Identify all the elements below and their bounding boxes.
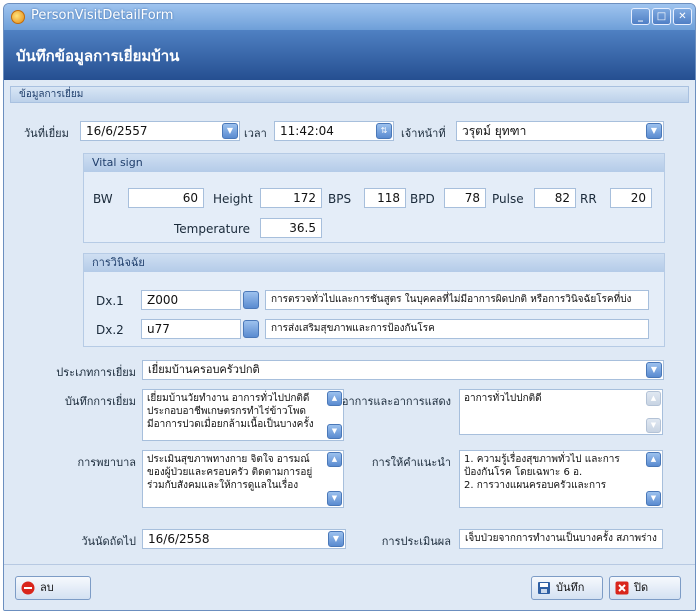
dx1-description: การตรวจทั่วไปและการชันสูตร ในบุคคลที่ไม่… (265, 290, 649, 310)
save-button-label: บันทึก (556, 581, 585, 594)
visit-record-label: บันทึกการเยี่ยม (64, 395, 136, 408)
temperature-field[interactable]: 36.5 (260, 218, 322, 238)
visit-type-value: เยี่ยมบ้านครอบครัวปกติ (148, 363, 260, 376)
diagnosis-header: การวินิจฉัย (84, 254, 664, 272)
dx2-description: การส่งเสริมสุขภาพและการป้องกันโรค (265, 319, 649, 339)
chevron-down-icon[interactable]: ▼ (646, 362, 662, 378)
scroll-down-icon[interactable]: ▼ (327, 491, 342, 506)
visit-type-label: ประเภทการเยี่ยม (56, 366, 136, 379)
advice-memo[interactable]: 1. ความรู้เรื่องสุขภาพทั่วไป และการ ป้อง… (459, 450, 663, 508)
minimize-button[interactable]: _ (631, 8, 650, 25)
memo-line: เยี่ยมบ้านวัยทำงาน อาการทั่วไปปกติดี (147, 393, 310, 404)
memo-line: 2. การวางแผนครอบครัวและการ (464, 480, 607, 491)
officer-value: วรุตม์ ยุทฑา (462, 124, 527, 138)
window-title: PersonVisitDetailForm (31, 8, 174, 23)
app-icon (11, 10, 25, 24)
spin-icon[interactable]: ⇅ (376, 123, 392, 139)
visit-date-picker[interactable]: 16/6/2557 ▼ (80, 121, 240, 141)
form-header: บันทึกข้อมูลการเยี่ยมบ้าน (4, 30, 695, 80)
memo-line: ประเมินสุขภาพทางกาย จิตใจ อารมณ์ (147, 454, 310, 465)
scroll-up-icon[interactable]: ▲ (646, 391, 661, 406)
memo-line: ป้องกันโรค โดยเฉพาะ 6 อ. (464, 467, 583, 478)
dx2-code-field[interactable]: u77 (141, 319, 241, 339)
save-button[interactable]: บันทึก (531, 576, 603, 600)
scroll-down-icon[interactable]: ▼ (646, 491, 661, 506)
memo-line: อาการทั่วไปปกติดี (464, 393, 542, 404)
memo-line: 1. ความรู้เรื่องสุขภาพทั่วไป และการ (464, 454, 620, 465)
bps-label: BPS (328, 192, 352, 206)
advice-label: การให้คำแนะนำ (371, 456, 451, 469)
scroll-up-icon[interactable]: ▲ (646, 452, 661, 467)
visit-type-select[interactable]: เยี่ยมบ้านครอบครัวปกติ ▼ (142, 360, 664, 380)
appointment-value: 16/6/2558 (148, 532, 210, 546)
page-title: บันทึกข้อมูลการเยี่ยมบ้าน (16, 47, 180, 65)
bps-field[interactable]: 118 (364, 188, 406, 208)
close-icon (615, 581, 629, 595)
dx1-label: Dx.1 (96, 294, 124, 308)
bw-field[interactable]: 60 (128, 188, 204, 208)
evaluation-field[interactable]: เจ็บป่วยจากการทำงานเป็นบางครั้ง สภาพร่าง (459, 529, 663, 549)
close-window-button[interactable]: ✕ (673, 8, 692, 25)
visit-date-label: วันที่เยี่ยม (24, 127, 69, 140)
officer-label: เจ้าหน้าที่ (401, 127, 446, 140)
symptom-label: อาการและอาการแสดง (341, 395, 451, 408)
officer-select[interactable]: วรุตม์ ยุทฑา ▼ (456, 121, 664, 141)
save-icon (538, 582, 550, 594)
person-visit-window: PersonVisitDetailForm _ □ ✕ บันทึกข้อมูล… (3, 3, 696, 611)
close-button-label: ปิด (634, 581, 649, 594)
section-header: ข้อมูลการเยี่ยม (10, 86, 689, 103)
evaluation-label: การประเมินผล (381, 535, 451, 548)
height-label: Height (213, 192, 253, 206)
bw-label: BW (93, 192, 113, 206)
lookup-button-icon[interactable] (243, 291, 259, 309)
memo-line: มีอาการปวดเมื่อยกล้ามเนื้อเป็นบางครั้ง (147, 419, 314, 430)
memo-line: ประกอบอาชีพเกษตรกรทำไร่ข้าวโพด (147, 406, 306, 417)
bpd-field[interactable]: 78 (444, 188, 486, 208)
visit-record-memo[interactable]: เยี่ยมบ้านวัยทำงาน อาการทั่วไปปกติดี ประ… (142, 389, 344, 441)
pulse-field[interactable]: 82 (534, 188, 576, 208)
visit-time-spinner[interactable]: 11:42:04 ⇅ (274, 121, 394, 141)
form-body: ข้อมูลการเยี่ยม วันที่เยี่ยม 16/6/2557 ▼… (4, 80, 695, 564)
close-button[interactable]: ปิด (609, 576, 681, 600)
symptom-memo[interactable]: อาการทั่วไปปกติดี ▲ ▼ (459, 389, 663, 435)
nursing-label: การพยาบาล (77, 456, 136, 469)
scroll-down-icon[interactable]: ▼ (646, 418, 661, 433)
chevron-down-icon[interactable]: ▼ (222, 123, 238, 139)
delete-button-label: ลบ (40, 581, 54, 594)
delete-icon (21, 581, 35, 595)
nursing-memo[interactable]: ประเมินสุขภาพทางกาย จิตใจ อารมณ์ ของผู้ป… (142, 450, 344, 508)
dx1-code-field[interactable]: Z000 (141, 290, 241, 310)
lookup-button-icon[interactable] (243, 320, 259, 338)
appointment-date-picker[interactable]: 16/6/2558 ▼ (142, 529, 346, 549)
rr-label: RR (580, 192, 597, 206)
vital-sign-header: Vital sign (84, 154, 664, 172)
appointment-label: วันนัดถัดไป (81, 535, 136, 548)
visit-date-value: 16/6/2557 (86, 124, 148, 138)
memo-line: ของผู้ป่วยและครอบครัว ติดตามการอยู่ (147, 467, 313, 478)
chevron-down-icon[interactable]: ▼ (646, 123, 662, 139)
scroll-down-icon[interactable]: ▼ (327, 424, 342, 439)
visit-time-label: เวลา (244, 127, 267, 140)
delete-button[interactable]: ลบ (15, 576, 91, 600)
rr-field[interactable]: 20 (610, 188, 652, 208)
memo-line: ร่วมกับสังคมและให้การดูแลในเรื่อง (147, 480, 299, 491)
visit-time-value: 11:42:04 (280, 124, 334, 138)
maximize-button[interactable]: □ (652, 8, 671, 25)
pulse-label: Pulse (492, 192, 524, 206)
dx2-label: Dx.2 (96, 323, 124, 337)
temperature-label: Temperature (174, 222, 251, 236)
height-field[interactable]: 172 (260, 188, 322, 208)
title-bar[interactable]: PersonVisitDetailForm _ □ ✕ (4, 4, 695, 30)
bpd-label: BPD (410, 192, 435, 206)
form-footer: ลบ บันทึก ปิด (4, 564, 695, 610)
